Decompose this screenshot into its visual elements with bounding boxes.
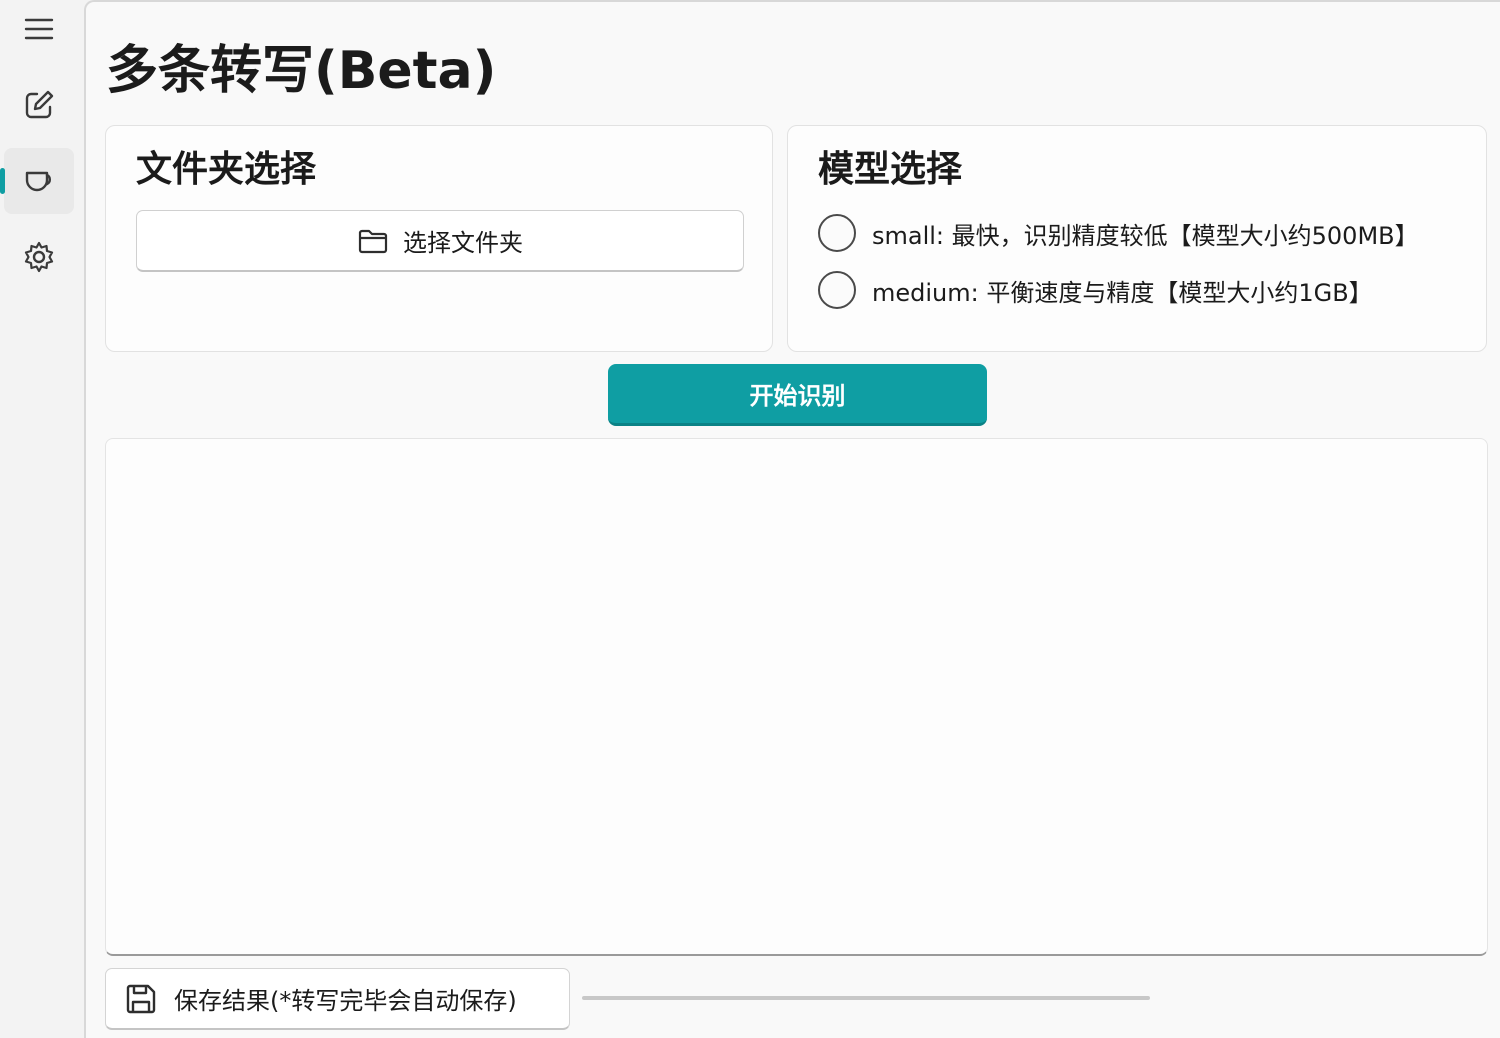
model-option-small[interactable]: small: 最快，识别精度较低【模型大小约500MB】 xyxy=(818,214,1419,252)
page-title: 多条转写(Beta) xyxy=(106,41,497,101)
radio-small[interactable] xyxy=(818,214,856,252)
main-content: 多条转写(Beta) 文件夹选择 选择文件夹 模型选择 small: 最快，识别… xyxy=(84,0,1500,1038)
nav-batch-transcribe-button[interactable] xyxy=(0,148,74,214)
folder-select-card: 文件夹选择 选择文件夹 xyxy=(105,125,773,352)
model-option-medium[interactable]: medium: 平衡速度与精度【模型大小约1GB】 xyxy=(818,271,1373,309)
gear-icon xyxy=(24,241,54,273)
radio-medium[interactable] xyxy=(818,271,856,309)
shield-icon xyxy=(25,171,51,192)
hamburger-menu-icon xyxy=(24,18,54,40)
navigation-sidebar xyxy=(0,0,84,1038)
active-indicator xyxy=(0,168,5,194)
select-folder-button[interactable]: 选择文件夹 xyxy=(136,210,744,272)
nav-single-transcribe-button[interactable] xyxy=(4,72,74,138)
folder-icon xyxy=(358,229,388,253)
nav-settings-button[interactable] xyxy=(4,224,74,290)
model-select-card: 模型选择 small: 最快，识别精度较低【模型大小约500MB】 medium… xyxy=(787,125,1487,352)
transcription-output-area[interactable] xyxy=(105,438,1488,956)
edit-icon xyxy=(25,90,54,119)
save-result-label: 保存结果(*转写完毕会自动保存) xyxy=(174,987,517,1015)
select-folder-label: 选择文件夹 xyxy=(403,229,523,257)
start-recognition-button[interactable]: 开始识别 xyxy=(608,364,987,426)
save-icon xyxy=(126,984,156,1013)
model-option-small-label: small: 最快，识别精度较低【模型大小约500MB】 xyxy=(872,221,1419,250)
folder-card-title: 文件夹选择 xyxy=(136,149,317,190)
model-option-medium-label: medium: 平衡速度与精度【模型大小约1GB】 xyxy=(872,278,1373,307)
menu-toggle-button[interactable] xyxy=(4,0,74,62)
progress-bar xyxy=(582,996,1150,1000)
save-result-button[interactable]: 保存结果(*转写完毕会自动保存) xyxy=(105,968,570,1030)
model-card-title: 模型选择 xyxy=(818,149,963,190)
